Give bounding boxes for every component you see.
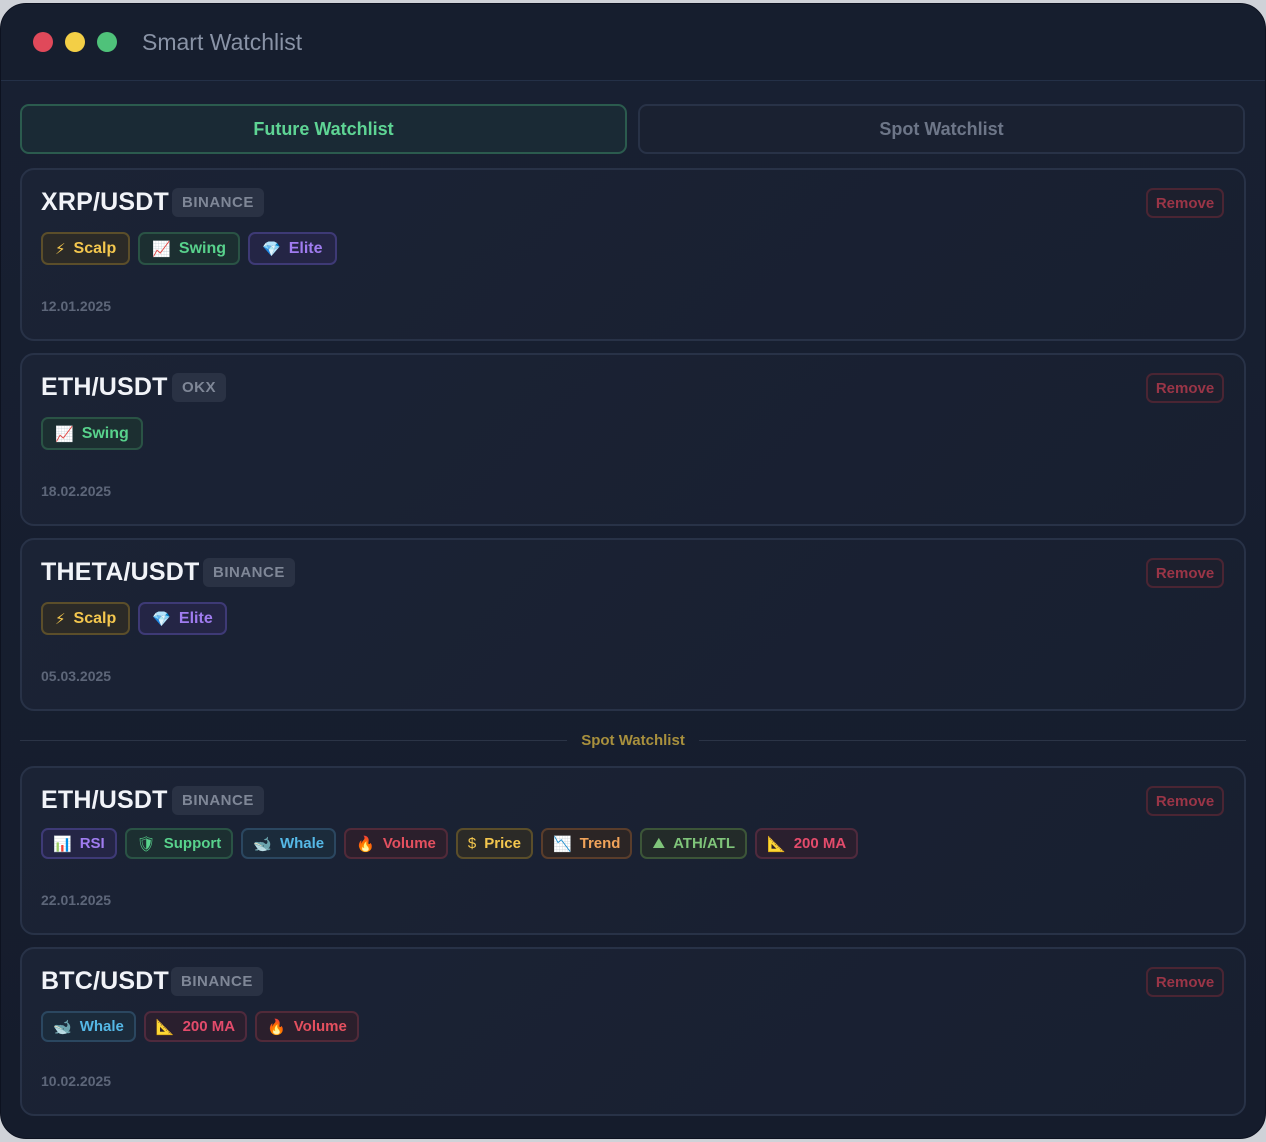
mountain-icon: ⛰ — [652, 835, 666, 852]
tag-list: ⚡ Scalp 📈 Swing 💎 Elite — [41, 232, 345, 265]
ruler-triangle-icon: 📐 — [767, 835, 786, 853]
tag-label: RSI — [79, 835, 105, 852]
exchange-badge: BINANCE — [171, 967, 263, 996]
tag-trend[interactable]: 📉 Trend — [540, 828, 633, 859]
tag-list: ⚡ Scalp 💎 Elite — [41, 602, 235, 635]
gem-icon: 💎 — [262, 240, 281, 258]
exchange-badge: BINANCE — [203, 558, 295, 587]
tag-label: Scalp — [73, 239, 117, 257]
tag-list: 📊 RSI 🛡 Support 🐋 Whale 🔥 Volume $ Price 📉 Trend ⛰ AT… — [41, 828, 866, 859]
tag-label: Scalp — [73, 609, 117, 627]
tag-ath-atl[interactable]: ⛰ ATH/ATL — [640, 828, 748, 859]
tag-scalp[interactable]: ⚡ Scalp — [41, 232, 131, 265]
tag-label: Whale — [79, 1018, 124, 1035]
added-date: 05.03.2025 — [41, 668, 112, 684]
tag-label: Swing — [178, 239, 227, 257]
whale-icon: 🐋 — [53, 1018, 72, 1036]
title-bar: Smart Watchlist — [1, 4, 1265, 81]
remove-button[interactable]: Remove — [1146, 373, 1224, 403]
tag-label: 200 MA — [182, 1018, 236, 1035]
fire-icon: 🔥 — [267, 1018, 286, 1036]
watchlist-card: THETA/USDT BINANCE Remove ⚡ Scalp 💎 Elite 0… — [20, 538, 1246, 711]
card-symbol: XRP/USDT — [41, 188, 170, 216]
tag-label: Support — [163, 835, 222, 852]
watchlist-card: ETH/USDT BINANCE Remove 📊 RSI 🛡 Support 🐋 Wha… — [20, 766, 1246, 935]
exchange-badge: BINANCE — [172, 188, 264, 217]
exchange-badge: BINANCE — [172, 786, 264, 815]
divider-label: Spot Watchlist — [581, 731, 685, 749]
card-symbol: ETH/USDT — [41, 786, 168, 814]
tag-list: 📈 Swing — [41, 417, 151, 450]
tag-volume[interactable]: 🔥 Volume — [255, 1011, 359, 1042]
tag-price[interactable]: $ Price — [455, 828, 533, 859]
watchlist-tabs: Future Watchlist Spot Watchlist — [20, 104, 1245, 154]
app-window: Smart Watchlist Future Watchlist Spot Wa… — [0, 3, 1266, 1139]
tag-label: Volume — [382, 835, 436, 852]
tag-support[interactable]: 🛡 Support — [124, 828, 234, 859]
tab-spot-watchlist[interactable]: Spot Watchlist — [638, 104, 1245, 154]
ruler-triangle-icon: 📐 — [155, 1018, 175, 1036]
chart-up-icon: 📈 — [55, 425, 74, 443]
whale-icon: 🐋 — [253, 835, 272, 853]
tag-list: 🐋 Whale 📐 200 MA 🔥 Volume — [41, 1011, 367, 1042]
tag-label: Volume — [293, 1018, 347, 1035]
tag-elite[interactable]: 💎 Elite — [248, 232, 337, 265]
close-window-button[interactable] — [33, 32, 53, 52]
card-symbol: BTC/USDT — [41, 967, 169, 995]
chart-down-icon: 📉 — [552, 835, 572, 853]
tag-200-ma[interactable]: 📐 200 MA — [755, 828, 859, 859]
lightning-icon: ⚡ — [55, 240, 66, 258]
divider-line — [698, 739, 1247, 741]
maximize-window-button[interactable] — [97, 32, 117, 52]
remove-button[interactable]: Remove — [1146, 786, 1224, 816]
added-date: 18.02.2025 — [41, 483, 112, 499]
window-title: Smart Watchlist — [142, 28, 303, 55]
divider-line — [20, 739, 568, 741]
shield-icon: 🛡 — [136, 835, 156, 853]
remove-button[interactable]: Remove — [1146, 188, 1224, 218]
exchange-badge: OKX — [172, 373, 227, 402]
added-date: 10.02.2025 — [41, 1073, 112, 1089]
remove-button[interactable]: Remove — [1146, 967, 1224, 997]
tag-200-ma[interactable]: 📐 200 MA — [143, 1011, 248, 1042]
tag-label: Whale — [279, 835, 325, 852]
added-date: 12.01.2025 — [41, 298, 112, 314]
tag-label: ATH/ATL — [673, 835, 736, 852]
minimize-window-button[interactable] — [65, 32, 85, 52]
remove-button[interactable]: Remove — [1146, 558, 1224, 588]
watchlist-card: ETH/USDT OKX Remove 📈 Swing 18.02.2025 — [20, 353, 1246, 526]
lightning-icon: ⚡ — [55, 610, 66, 628]
tag-elite[interactable]: 💎 Elite — [138, 602, 227, 635]
tag-label: Elite — [288, 239, 323, 257]
tag-label: Price — [484, 835, 521, 852]
chart-up-icon: 📈 — [152, 240, 171, 258]
card-symbol: THETA/USDT — [41, 558, 200, 586]
tag-scalp[interactable]: ⚡ Scalp — [41, 602, 131, 635]
tag-whale[interactable]: 🐋 Whale — [41, 1011, 136, 1042]
card-symbol: ETH/USDT — [41, 373, 168, 401]
tag-label: Swing — [81, 424, 129, 442]
tag-volume[interactable]: 🔥 Volume — [344, 828, 448, 859]
fire-icon: 🔥 — [356, 835, 375, 853]
watchlist-card: BTC/USDT BINANCE Remove 🐋 Whale 📐 200 MA 🔥 Vo… — [20, 947, 1246, 1116]
tag-swing[interactable]: 📈 Swing — [138, 232, 241, 265]
bar-chart-icon: 📊 — [53, 835, 72, 853]
tag-label: Elite — [178, 609, 213, 627]
tag-rsi[interactable]: 📊 RSI — [41, 828, 117, 859]
added-date: 22.01.2025 — [41, 892, 112, 908]
tag-label: 200 MA — [793, 835, 847, 852]
tab-future-watchlist[interactable]: Future Watchlist — [20, 104, 627, 154]
tag-whale[interactable]: 🐋 Whale — [241, 828, 337, 859]
gem-icon: 💎 — [152, 610, 171, 628]
dollar-icon: $ — [467, 835, 477, 852]
spot-section-divider: Spot Watchlist — [20, 728, 1247, 752]
tag-swing[interactable]: 📈 Swing — [41, 417, 143, 450]
watchlist-card: XRP/USDT BINANCE Remove ⚡ Scalp 📈 Swing 💎 Eli… — [20, 168, 1246, 341]
tag-label: Trend — [579, 835, 621, 852]
